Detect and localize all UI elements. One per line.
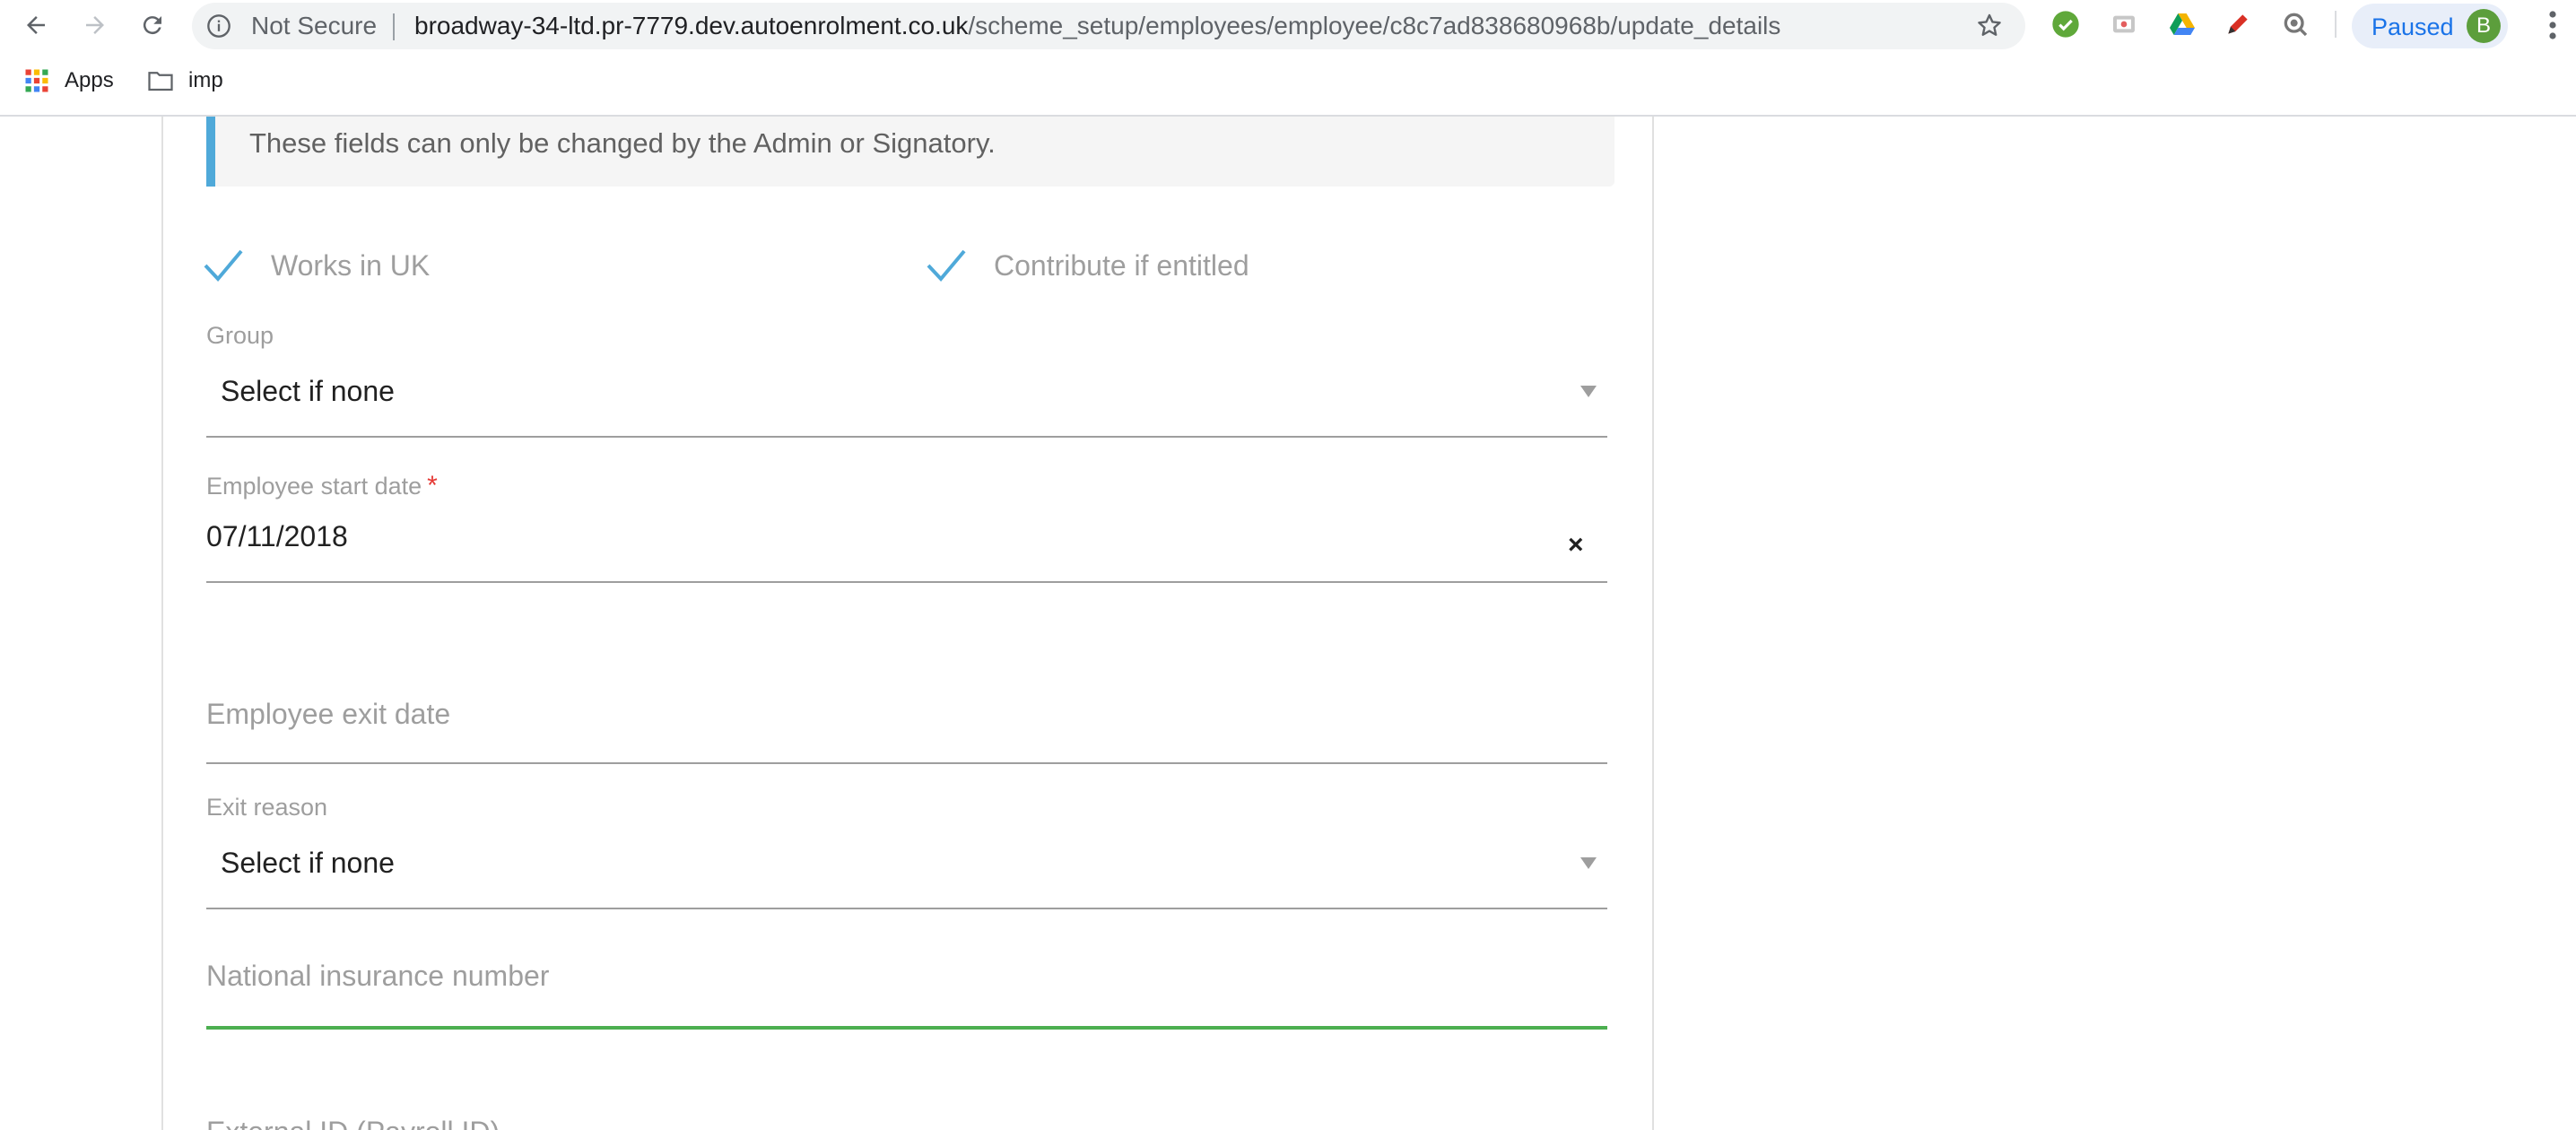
pen-icon[interactable] [2223,9,2253,39]
exit-date-underline [206,762,1607,764]
info-icon[interactable] [206,13,231,39]
forward-button[interactable] [75,7,115,43]
search-extension-icon[interactable] [2280,9,2311,39]
forward-arrow-icon [86,16,104,34]
bookmark-star-icon[interactable] [1975,12,2004,40]
bookmarks-bar: Apps imp [0,54,2576,117]
toolbar-divider [2335,11,2337,38]
close-icon[interactable]: × [1568,531,1584,560]
profile-button[interactable]: Paused B [2352,4,2508,48]
page-content: These fields can only be changed by the … [0,117,2576,1130]
address-bar[interactable]: Not Secure broadway-34-ltd.pr-7779.dev.a… [192,3,2025,49]
checkmark-icon [204,249,243,282]
back-button[interactable] [16,7,56,43]
group-select[interactable]: Select if none [221,373,395,409]
back-arrow-icon [27,16,45,34]
more-menu-icon[interactable] [2542,9,2563,41]
group-label: Group [206,322,274,349]
ni-number-input[interactable]: National insurance number [206,958,549,994]
checkmark-icon [927,249,966,282]
notice-text: These fields can only be changed by the … [249,127,996,159]
chevron-down-icon[interactable] [1580,386,1597,397]
group-underline [206,436,1607,438]
reload-button[interactable] [133,7,172,43]
required-marker: * [427,471,438,500]
reload-icon [143,16,161,35]
checkbox-label: Contribute if entitled [994,248,1249,282]
google-drive-icon[interactable] [2167,9,2197,39]
security-label[interactable]: Not Secure [251,13,377,39]
start-date-label-text: Employee start date [206,473,422,500]
contribute-if-entitled-checkbox[interactable]: Contribute if entitled [926,240,1249,291]
start-date-underline [206,581,1607,583]
url-host: broadway-34-ltd.pr-7779.dev.autoenrolmen… [414,12,969,39]
bookmark-imp[interactable]: imp [147,66,223,95]
cast-icon[interactable] [2109,9,2139,39]
bookmark-apps[interactable]: Apps [23,66,114,95]
url-path: /scheme_setup/employees/employee/c8c7ad8… [968,12,1781,39]
browser-toolbar: Not Secure broadway-34-ltd.pr-7779.dev.a… [0,0,2576,50]
works-in-uk-checkbox[interactable]: Works in UK [203,240,430,291]
exit-reason-underline [206,908,1607,909]
chevron-down-icon[interactable] [1580,857,1597,869]
checkbox-label: Works in UK [271,248,431,282]
profile-status: Paused [2371,13,2454,40]
green-check-icon[interactable] [2050,9,2081,39]
avatar: B [2467,9,2501,43]
external-id-input[interactable]: External ID (Payroll ID) [206,1114,500,1130]
apps-grid-icon [25,69,48,92]
ni-number-underline [206,1026,1607,1030]
info-notice: These fields can only be changed by the … [206,117,1614,187]
url-text[interactable]: broadway-34-ltd.pr-7779.dev.autoenrolmen… [414,13,1780,39]
exit-reason-select[interactable]: Select if none [221,845,395,881]
folder-icon [148,72,173,91]
omnibox-divider [393,13,395,40]
start-date-label: Employee start date * [206,472,438,500]
exit-reason-label: Exit reason [206,794,328,821]
bookmark-label: Apps [65,68,114,92]
exit-date-input[interactable]: Employee exit date [206,696,450,732]
start-date-input[interactable]: 07/11/2018 [206,518,348,554]
bookmark-label: imp [188,68,223,92]
